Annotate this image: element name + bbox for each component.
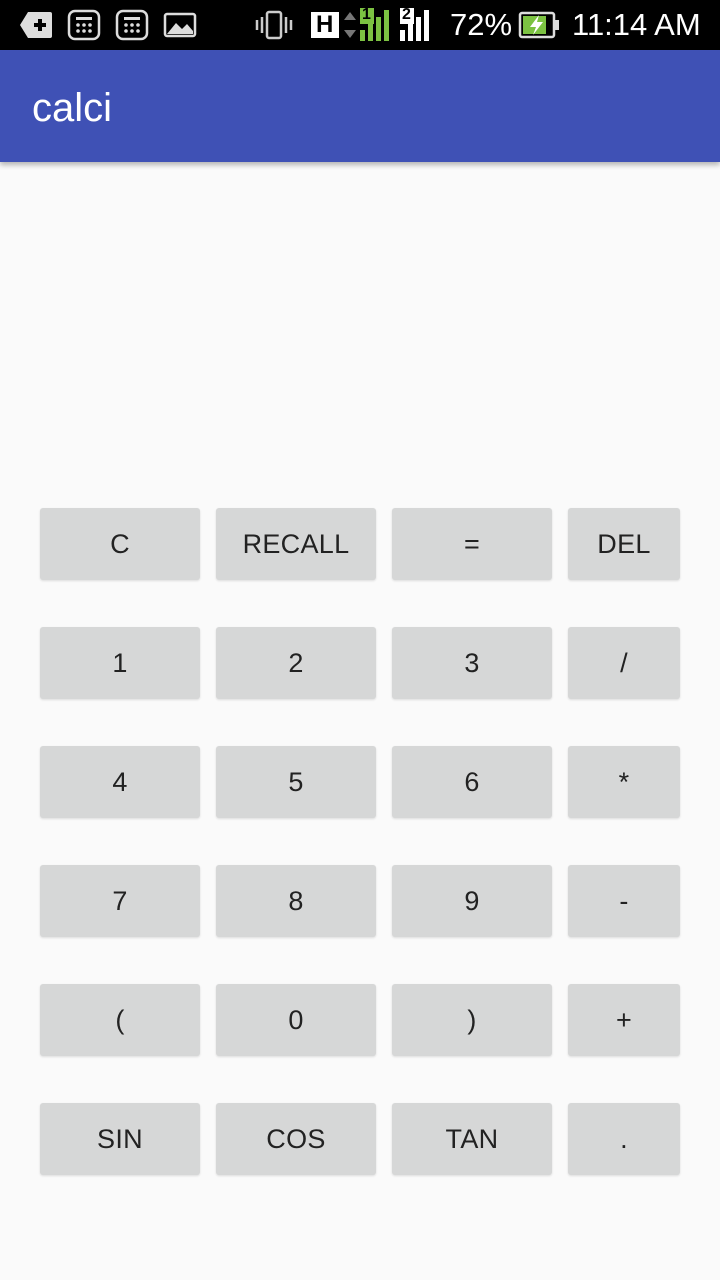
status-bar: H 1 2 72% 11:14 AM [0, 0, 720, 50]
clear-button[interactable]: C [40, 508, 200, 580]
add-notification-icon [18, 8, 54, 42]
network-type-label: H [316, 11, 334, 38]
digit-8-button[interactable]: 8 [216, 865, 376, 937]
open-parenthesis-button[interactable]: ( [40, 984, 200, 1056]
digit-7-button[interactable]: 7 [40, 865, 200, 937]
tan-button[interactable]: TAN [392, 1103, 552, 1175]
divide-button[interactable]: / [568, 627, 680, 699]
clock-time: 11:14 AM [572, 7, 701, 42]
digit-1-button[interactable]: 1 [40, 627, 200, 699]
main-content: C RECALL = DEL 1 2 3/ 4 5 6 * 7 8 9- (0) + SIN COS TAN. [0, 162, 720, 1280]
decimal-point-button[interactable]: . [568, 1103, 680, 1175]
app-bar: calci [0, 50, 720, 162]
equals-button[interactable]: = [392, 508, 552, 580]
sim1-label: 1 [362, 6, 371, 23]
hspa-network-icon: H [310, 8, 358, 42]
digit-3-button[interactable]: 3 [392, 627, 552, 699]
sin-button[interactable]: SIN [40, 1103, 200, 1175]
digit-9-button[interactable]: 9 [392, 865, 552, 937]
calculator-app-icon [66, 8, 102, 42]
delete-button[interactable]: DEL [568, 508, 680, 580]
keypad: C RECALL = DEL 1 2 3/ 4 5 6 * 7 8 9- (0) + SIN COS TAN. [0, 162, 720, 1280]
digit-0-button[interactable]: 0 [216, 984, 376, 1056]
vibrate-icon [254, 8, 294, 42]
digit-4-button[interactable]: 4 [40, 746, 200, 818]
signal-sim1-icon: 1 [358, 6, 396, 42]
battery-charging-icon [518, 8, 560, 42]
multiply-button[interactable]: * [568, 746, 680, 818]
cos-button[interactable]: COS [216, 1103, 376, 1175]
battery-percent: 72% [450, 7, 513, 42]
calculator-app-icon [114, 8, 150, 42]
image-gallery-icon [162, 8, 198, 42]
recall-button[interactable]: RECALL [216, 508, 376, 580]
add-button[interactable]: + [568, 984, 680, 1056]
digit-2-button[interactable]: 2 [216, 627, 376, 699]
signal-sim2-icon: 2 [398, 6, 436, 42]
subtract-button[interactable]: - [568, 865, 680, 937]
sim2-label: 2 [402, 6, 411, 23]
digit-6-button[interactable]: 6 [392, 746, 552, 818]
close-parenthesis-button[interactable]: ) [392, 984, 552, 1056]
app-title: calci [32, 86, 113, 130]
digit-5-button[interactable]: 5 [216, 746, 376, 818]
